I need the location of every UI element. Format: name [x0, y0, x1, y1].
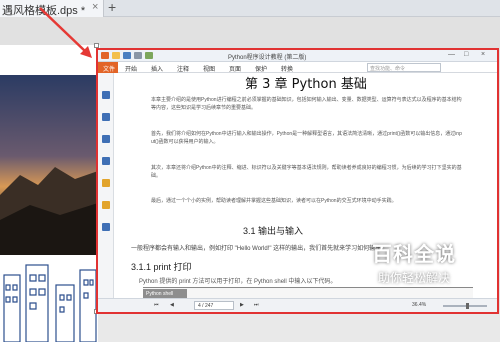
- menu-page[interactable]: 页面: [229, 64, 241, 73]
- pdf-menu-bar: 文件 开始 插入 注释 视图 页面 保护 转换 查找功能、命令: [98, 62, 497, 73]
- lock-icon[interactable]: [102, 201, 110, 209]
- paragraph: 首先，我们将介绍如何在Python中进行输入和输出操作，Python是一种解释型…: [151, 131, 462, 146]
- tab-title: 遇风格模板.dps *: [2, 5, 86, 17]
- bookmark-icon[interactable]: [102, 91, 110, 99]
- prev-page-icon[interactable]: ◀: [170, 302, 174, 308]
- zoom-value: 36.4%: [412, 302, 427, 308]
- note-icon[interactable]: [102, 179, 110, 187]
- undo-icon[interactable]: [145, 52, 153, 59]
- document-tab[interactable]: 遇风格模板.dps * ×: [0, 0, 104, 17]
- menu-protect[interactable]: 保护: [255, 64, 267, 73]
- minimize-button[interactable]: —: [448, 51, 455, 58]
- landscape-photo: [0, 75, 98, 255]
- menu-home[interactable]: 开始: [125, 64, 137, 73]
- paragraph: 其次，本章还将介绍Python中的注释、缩进、标识符以及关键字等基本语法规则，帮…: [151, 165, 462, 180]
- site-watermark: 百科全说 助你轻松解决: [360, 238, 468, 290]
- save-icon[interactable]: [123, 52, 131, 59]
- attachment-icon[interactable]: [102, 157, 110, 165]
- menu-convert[interactable]: 转换: [281, 64, 293, 73]
- app-logo-icon: [101, 52, 109, 59]
- print-icon[interactable]: [134, 52, 142, 59]
- pdf-window-title: Python程序设计教程 (第二版): [228, 55, 307, 61]
- paragraph: 本章主要介绍的是使用Python进行编程之前必须掌握的基础知识，包括如何输入输出…: [151, 97, 462, 112]
- paragraph: 最后，通过一个个小的实例，帮助读者理解并掌握这些基础知识，读者可以在Python…: [151, 198, 397, 204]
- annotation-icon[interactable]: [102, 135, 110, 143]
- slide-canvas[interactable]: [0, 43, 100, 342]
- menu-file[interactable]: 文件: [98, 62, 118, 73]
- tab-bar: 遇风格模板.dps * × +: [0, 0, 500, 17]
- watermark-subtitle: 助你轻松解决: [377, 271, 450, 285]
- watermark-title: 百科全说: [372, 244, 456, 266]
- search-input[interactable]: 查找功能、命令: [367, 63, 441, 72]
- thumbnail-icon[interactable]: [102, 113, 110, 121]
- zoom-slider[interactable]: [443, 303, 487, 309]
- last-page-icon[interactable]: ⏭: [254, 302, 259, 308]
- menu-comment[interactable]: 注释: [177, 64, 189, 73]
- chapter-title: 第 3 章 Python 基础: [245, 77, 367, 92]
- close-button[interactable]: ×: [481, 51, 485, 58]
- body-text: Python 提供的 print 方法可以用于打印，在 Python shell…: [139, 279, 337, 285]
- subsection-heading: 3.1.1 print 打印: [131, 262, 192, 272]
- pdf-title-bar: Python程序设计教程 (第二版) — □ ×: [98, 50, 497, 62]
- pdf-sidebar: [98, 73, 114, 298]
- menu-view[interactable]: 视图: [203, 64, 215, 73]
- first-page-icon[interactable]: ⏮: [154, 302, 159, 308]
- next-page-icon[interactable]: ▶: [240, 302, 244, 308]
- zoom-thumb[interactable]: [465, 303, 469, 309]
- pdf-status-bar: ⏮ ◀ 4 / 247 ▶ ⏭ 36.4%: [98, 298, 497, 312]
- new-tab-button[interactable]: +: [108, 0, 116, 15]
- tab-close-button[interactable]: ×: [92, 1, 98, 13]
- building-sketch: [0, 255, 98, 342]
- section-intro: 一般程序都会有输入和输出，例如打印 "Hello World!" 这样的输出，我…: [131, 246, 388, 252]
- tool-icon[interactable]: [102, 223, 110, 231]
- shell-label: Python shell: [143, 289, 187, 298]
- maximize-button[interactable]: □: [464, 51, 468, 58]
- page-number-input[interactable]: 4 / 247: [194, 301, 234, 310]
- open-icon[interactable]: [112, 52, 120, 59]
- page-number: 4 / 247: [198, 303, 214, 309]
- section-heading: 3.1 输出与输入: [243, 226, 304, 236]
- menu-insert[interactable]: 插入: [151, 64, 163, 73]
